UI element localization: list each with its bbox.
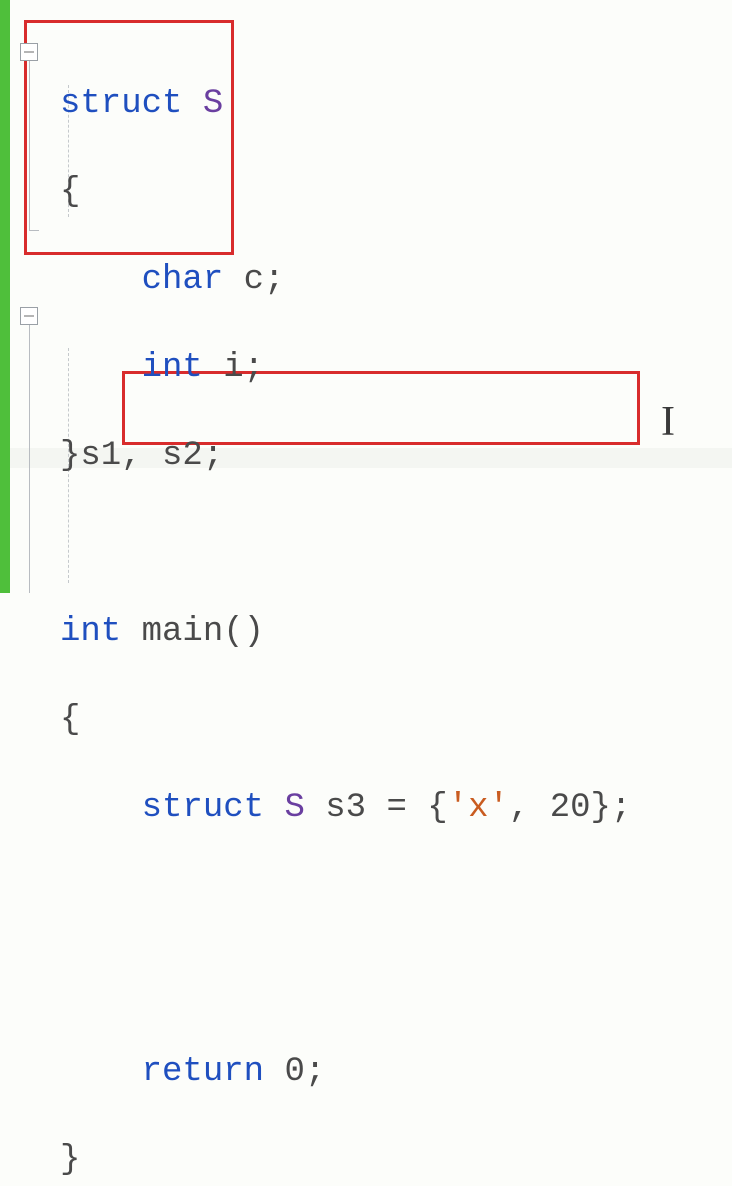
number-literal: 0 (284, 1053, 304, 1091)
keyword-char: char (142, 261, 224, 299)
editor-modified-bar (0, 0, 10, 593)
blank-line[interactable] (60, 874, 631, 918)
fold-guide-struct (29, 61, 30, 231)
keyword-struct: struct (142, 789, 264, 827)
code-line-6[interactable]: int main() (60, 610, 631, 654)
typename-S: S (203, 85, 223, 123)
keyword-int: int (142, 349, 203, 387)
brace-close: } (60, 1141, 80, 1179)
fold-guide-main (29, 325, 30, 593)
fold-toggle-struct[interactable] (20, 43, 38, 61)
typename-S: S (284, 789, 304, 827)
code-line-1[interactable]: struct S (60, 82, 631, 126)
keyword-return: return (142, 1053, 264, 1091)
function-main: main (142, 613, 224, 651)
number-literal: 20 (550, 789, 591, 827)
code-line-2[interactable]: { (60, 170, 631, 214)
keyword-struct: struct (60, 85, 182, 123)
struct-instances: }s1, s2; (60, 437, 223, 475)
fold-gutter (10, 10, 50, 593)
brace-open: { (60, 701, 80, 739)
blank-line[interactable] (60, 962, 631, 1006)
fold-end-struct (29, 230, 39, 231)
keyword-int: int (60, 613, 121, 651)
code-line-5[interactable]: }s1, s2; (60, 434, 631, 478)
code-block[interactable]: struct S { char c; int i; }s1, s2; int m… (60, 38, 631, 1186)
code-line-3[interactable]: char c; (60, 258, 631, 302)
fold-toggle-main[interactable] (20, 307, 38, 325)
code-line-8[interactable]: struct S s3 = {'x', 20}; (60, 786, 631, 830)
code-line-10[interactable]: } (60, 1138, 631, 1182)
code-line-7[interactable]: { (60, 698, 631, 742)
code-line-9[interactable]: return 0; (60, 1050, 631, 1094)
blank-line[interactable] (60, 522, 631, 566)
code-line-4[interactable]: int i; (60, 346, 631, 390)
text-cursor-icon: I (661, 400, 675, 444)
brace-open: { (60, 173, 80, 211)
char-literal: 'x' (448, 789, 509, 827)
